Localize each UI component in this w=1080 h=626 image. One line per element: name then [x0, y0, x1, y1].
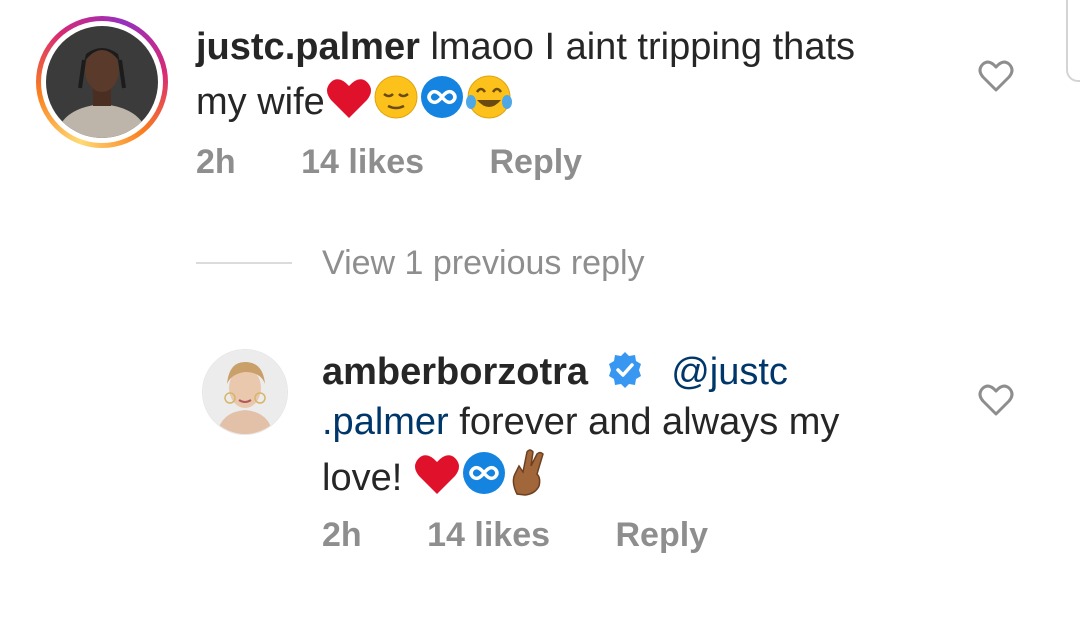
red-heart-icon	[414, 455, 459, 494]
avatar[interactable]	[202, 349, 288, 435]
verified-badge-icon	[608, 352, 641, 388]
like-heart-icon[interactable]	[978, 59, 1014, 93]
reply-button[interactable]: Reply	[615, 516, 708, 555]
infinity-icon	[462, 452, 505, 494]
like-heart-icon[interactable]	[978, 383, 1014, 417]
view-previous-replies-link[interactable]: View 1 previous reply	[322, 244, 645, 283]
comment-username[interactable]: justc.palmer	[196, 26, 420, 68]
reply-button[interactable]: Reply	[489, 143, 582, 182]
crossed-fingers-icon	[512, 449, 544, 496]
comment-text: forever and always my	[448, 401, 840, 443]
comment-time: 2h	[196, 143, 236, 181]
comment-text-line3: love!	[322, 457, 413, 499]
scrollbar[interactable]	[1066, 0, 1080, 82]
comment-text-line2: my wife	[196, 81, 325, 123]
tears-of-joy-icon	[465, 75, 512, 119]
infinity-icon	[420, 76, 463, 118]
mention-link[interactable]: @justc	[671, 351, 788, 393]
mention-link-continued[interactable]: .palmer	[322, 401, 449, 443]
comment-username[interactable]: amberborzotra	[322, 351, 588, 393]
red-heart-icon	[326, 79, 371, 118]
avatar[interactable]	[46, 26, 158, 138]
comment-text: lmaoo I aint tripping thats	[430, 26, 856, 68]
comment-time: 2h	[322, 516, 362, 554]
divider-line	[196, 262, 292, 264]
comment-likes[interactable]: 14 likes	[301, 143, 424, 182]
relieved-face-icon	[374, 75, 418, 119]
comment-likes[interactable]: 14 likes	[427, 516, 550, 555]
